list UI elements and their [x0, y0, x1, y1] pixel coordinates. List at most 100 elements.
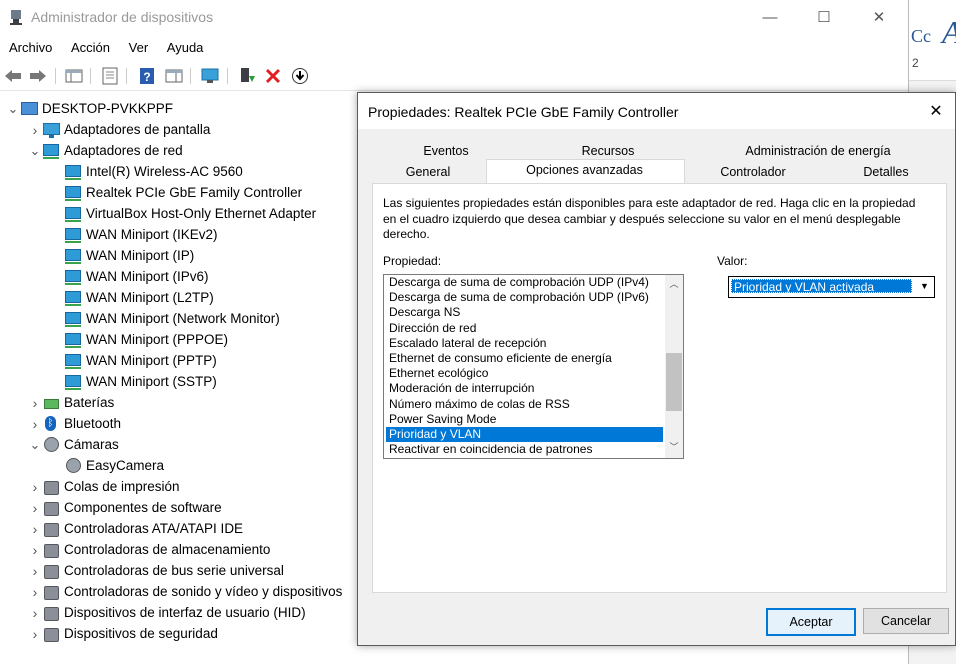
tree-category[interactable]: › Adaptadores de pantalla [28, 119, 210, 140]
scroll-up-icon[interactable]: ︿ [665, 277, 683, 291]
chevron-right-icon[interactable]: › [28, 584, 42, 600]
tree-category[interactable]: › Controladoras ATA/ATAPI IDE [28, 518, 243, 539]
scan-hardware-button[interactable] [200, 66, 220, 86]
chevron-right-icon[interactable]: › [28, 626, 42, 642]
tree-category[interactable]: ⌄ Adaptadores de red [28, 140, 183, 161]
minimize-button[interactable]: — [747, 4, 793, 30]
chevron-down-icon[interactable]: ⌄ [6, 101, 20, 117]
camera-icon [64, 457, 82, 474]
chevron-down-icon[interactable]: ⌄ [28, 437, 42, 453]
property-item[interactable]: Descarga de suma de comprobación UDP (IP… [388, 290, 663, 305]
scrollbar-thumb[interactable] [666, 353, 682, 411]
menu-ver[interactable]: Ver [129, 38, 149, 55]
tree-label: Intel(R) Wireless-AC 9560 [86, 164, 243, 179]
property-item[interactable]: Ethernet de consumo eficiente de energía [388, 351, 663, 366]
icon-shape: ᛒ [45, 415, 56, 431]
icon-shape [21, 101, 38, 115]
chevron-right-icon[interactable]: › [28, 563, 42, 579]
tree-category[interactable]: › Controladoras de sonido y vídeo y dispo… [28, 581, 342, 602]
menu-archivo[interactable]: Archivo [9, 38, 52, 55]
tree-category[interactable]: › Controladoras de almacenamiento [28, 539, 270, 560]
tree-category[interactable]: › Controladoras de bus serie universal [28, 560, 284, 581]
tree-category[interactable]: ⌄ Cámaras [28, 434, 119, 455]
tab-administracion-energia[interactable]: Administración de energía [728, 144, 908, 158]
value-dropdown[interactable]: Prioridad y VLAN activada ▼ [728, 276, 935, 298]
property-item[interactable]: Descarga NS [388, 305, 663, 320]
tree-root[interactable]: ⌄ DESKTOP-PVKKPPF [6, 98, 174, 119]
update-driver-button[interactable] [237, 66, 257, 86]
tree-device[interactable]: VirtualBox Host-Only Ethernet Adapter [50, 203, 316, 224]
tree-device[interactable]: WAN Miniport (IKEv2) [50, 224, 218, 245]
tree-label: DESKTOP-PVKKPPF [42, 101, 174, 116]
property-item[interactable]: Escalado lateral de recepción [388, 336, 663, 351]
tree-category[interactable]: › Dispositivos de seguridad [28, 623, 218, 644]
tree-device[interactable]: WAN Miniport (PPTP) [50, 350, 217, 371]
chevron-down-icon[interactable]: ▼ [916, 278, 933, 294]
printer-icon [42, 479, 60, 495]
network-adapter-icon [64, 353, 82, 369]
scroll-down-icon[interactable]: ﹀ [665, 440, 683, 454]
accept-button[interactable]: Aceptar [766, 608, 856, 636]
chevron-right-icon[interactable]: › [28, 500, 42, 516]
chevron-right-icon[interactable]: › [28, 122, 42, 138]
tree-device[interactable]: WAN Miniport (SSTP) [50, 371, 217, 392]
dialog-close-button[interactable]: ✕ [921, 97, 951, 125]
chevron-right-icon[interactable]: › [28, 479, 42, 495]
properties-button[interactable] [100, 66, 120, 86]
property-listbox[interactable]: Reactivar en coincidencia de patrones Pri… [383, 274, 684, 459]
tab-eventos[interactable]: Eventos [408, 144, 484, 158]
cancel-button[interactable]: Cancelar [863, 608, 949, 634]
maximize-button[interactable]: ☐ [801, 4, 847, 30]
close-button[interactable]: ✕ [856, 4, 902, 30]
chevron-right-icon[interactable]: › [28, 416, 42, 432]
tree-device[interactable]: EasyCamera [50, 455, 164, 476]
show-hide-tree-button[interactable] [64, 66, 84, 86]
property-item[interactable]: Ethernet ecológico [388, 366, 663, 381]
chevron-right-icon[interactable]: › [28, 521, 42, 537]
enable-device-button[interactable] [290, 66, 310, 86]
toolbar-separator [126, 68, 127, 84]
software-component-icon [42, 500, 60, 516]
property-item[interactable]: Power Saving Mode [388, 412, 663, 427]
property-item[interactable]: Reactivar en coincidencia de patrones [388, 442, 663, 457]
tree-category[interactable]: › Colas de impresión [28, 476, 180, 497]
tree-device[interactable]: WAN Miniport (Network Monitor) [50, 308, 280, 329]
tree-category[interactable]: › Baterías [28, 392, 115, 413]
tree-category[interactable]: › Componentes de software [28, 497, 222, 518]
chevron-right-icon[interactable]: › [28, 542, 42, 558]
tree-device[interactable]: WAN Miniport (IP) [50, 245, 194, 266]
action-pane-button[interactable] [164, 66, 184, 86]
tab-opciones-avanzadas[interactable]: Opciones avanzadas [486, 163, 683, 177]
tab-general[interactable]: General [390, 165, 466, 179]
chevron-down-icon[interactable]: ⌄ [28, 143, 42, 159]
forward-button[interactable] [28, 66, 48, 86]
tree-label: Realtek PCIe GbE Family Controller [86, 185, 303, 200]
tree-device[interactable]: Realtek PCIe GbE Family Controller [50, 182, 302, 203]
ribbon-number: 2 [912, 56, 919, 70]
property-item[interactable]: Dirección de red [388, 321, 663, 336]
back-button[interactable] [3, 66, 23, 86]
property-scrollbar[interactable]: ︿ ﹀ [665, 275, 683, 458]
icon-shape [66, 457, 81, 473]
tree-label: WAN Miniport (IP) [86, 248, 195, 263]
uninstall-device-button[interactable] [263, 66, 283, 86]
tree-device[interactable]: Intel(R) Wireless-AC 9560 [50, 161, 243, 182]
property-item[interactable]: Moderación de interrupción [388, 381, 663, 396]
menu-ayuda[interactable]: Ayuda [167, 38, 204, 55]
property-item[interactable]: Descarga de suma de comprobación UDP (IP… [388, 275, 663, 290]
chevron-right-icon[interactable]: › [28, 605, 42, 621]
help-button[interactable]: ? [137, 66, 157, 86]
chevron-right-icon[interactable]: › [28, 395, 42, 411]
hid-icon [42, 605, 60, 621]
tab-controlador[interactable]: Controlador [703, 165, 803, 179]
property-item[interactable]: Número máximo de colas de RSS [388, 397, 663, 412]
menu-accion[interactable]: Acción [71, 38, 110, 55]
tree-device[interactable]: WAN Miniport (PPPOE) [50, 329, 228, 350]
tree-category[interactable]: › Dispositivos de interfaz de usuario (HI… [28, 602, 306, 623]
tree-device[interactable]: WAN Miniport (IPv6) [50, 266, 209, 287]
tab-recursos[interactable]: Recursos [558, 144, 658, 158]
tab-detalles[interactable]: Detalles [848, 165, 924, 179]
tree-device[interactable]: WAN Miniport (L2TP) [50, 287, 214, 308]
tree-category[interactable]: › ᛒ Bluetooth [28, 413, 121, 434]
property-item-selected[interactable]: Prioridad y VLAN [386, 427, 663, 442]
